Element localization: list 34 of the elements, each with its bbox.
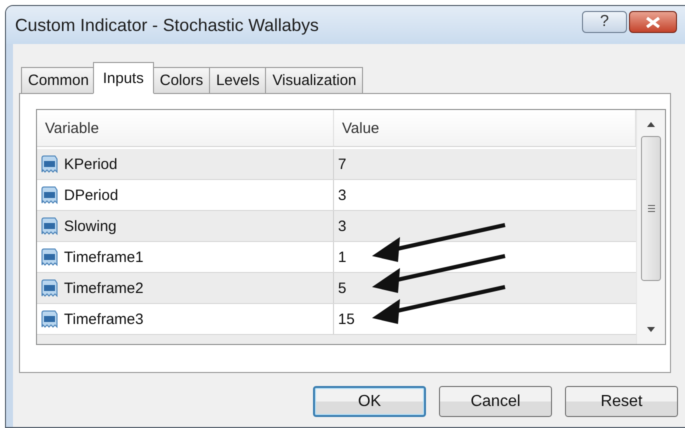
variable-value: 3: [338, 186, 346, 204]
tab[interactable]: Visualization: [265, 67, 364, 93]
dialog-button[interactable]: OK: [313, 386, 426, 417]
variable-value: 3: [338, 218, 346, 234]
number-variable-icon: [41, 248, 58, 266]
tab[interactable]: Levels: [209, 67, 266, 93]
variable-value: 1: [338, 248, 346, 266]
number-variable-icon: [41, 279, 58, 297]
tab[interactable]: Colors: [152, 67, 210, 93]
number-variable-icon: [41, 217, 58, 235]
tab[interactable]: Inputs: [92, 62, 154, 94]
scrollbar-thumb[interactable]: [641, 136, 661, 281]
variable-name: KPeriod: [64, 156, 118, 172]
close-icon: [646, 16, 660, 28]
variable-value: 5: [338, 280, 346, 296]
variable-name: Timeframe1: [64, 248, 144, 266]
variable-name: Slowing: [64, 218, 117, 234]
number-variable-icon: [41, 155, 58, 173]
tab[interactable]: Common: [21, 67, 96, 93]
window-title: Custom Indicator - Stochastic Wallabys: [15, 14, 320, 36]
scroll-up-icon[interactable]: [647, 122, 655, 127]
variable-value: 7: [338, 156, 346, 172]
variable-name: DPeriod: [64, 186, 118, 204]
number-variable-icon: [41, 310, 58, 328]
dialog-button[interactable]: Cancel: [439, 386, 552, 417]
dialog-button[interactable]: Reset: [565, 386, 678, 417]
variable-name: Timeframe3: [64, 310, 144, 328]
number-variable-icon: [41, 186, 58, 204]
variable-name: Timeframe2: [64, 280, 144, 296]
close-button[interactable]: [629, 11, 677, 33]
variable-value: 15: [338, 310, 355, 328]
help-button[interactable]: ?: [582, 11, 627, 33]
column-header[interactable]: Variable: [37, 110, 334, 146]
scroll-down-icon[interactable]: [647, 327, 655, 332]
